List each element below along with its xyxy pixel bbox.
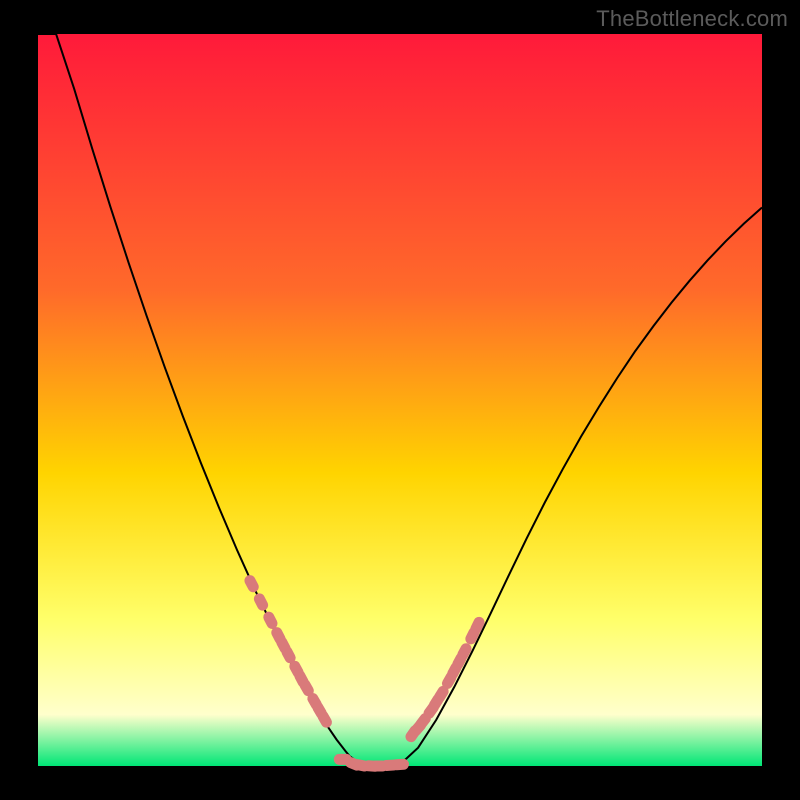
data-marker	[391, 758, 410, 770]
chart-container: TheBottleneck.com	[0, 0, 800, 800]
bottleneck-chart	[0, 0, 800, 800]
plot-area	[38, 34, 762, 766]
